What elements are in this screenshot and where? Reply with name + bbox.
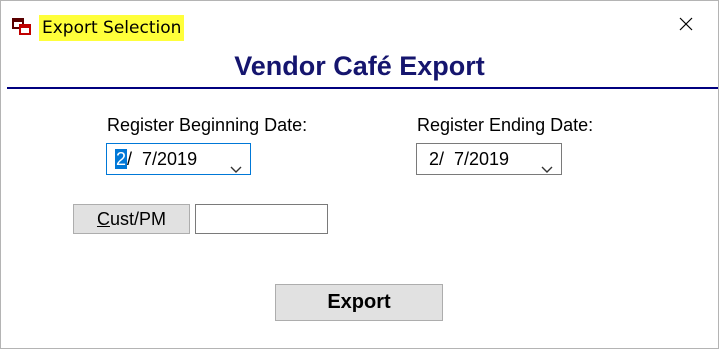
begin-date-label: Register Beginning Date: bbox=[107, 115, 308, 135]
window-title: Export Selection bbox=[39, 15, 185, 41]
cust-pm-input[interactable] bbox=[195, 204, 328, 234]
begin-date-month-segment[interactable]: 2 bbox=[115, 149, 128, 169]
end-date-picker[interactable]: 2/ 7/2019 bbox=[416, 143, 562, 175]
close-button[interactable] bbox=[664, 11, 708, 41]
title-divider bbox=[7, 87, 718, 89]
chevron-down-icon[interactable] bbox=[541, 154, 553, 173]
cust-pm-label: ust/PM bbox=[109, 209, 166, 229]
title-bar[interactable]: Export Selection bbox=[1, 1, 718, 45]
begin-date-value: 2/ 7/2019 bbox=[115, 144, 197, 174]
end-date-label: Register Ending Date: bbox=[417, 115, 594, 135]
page-title: Vendor Café Export bbox=[234, 51, 485, 81]
export-selection-window: Export Selection Vendor Café Export Regi… bbox=[0, 0, 719, 349]
cust-pm-mnemonic: C bbox=[96, 209, 110, 229]
export-button[interactable]: Export bbox=[275, 284, 443, 321]
begin-date-rest: / 7/2019 bbox=[127, 149, 198, 169]
end-date-value: 2/ 7/2019 bbox=[429, 149, 510, 169]
chevron-down-icon[interactable] bbox=[230, 154, 242, 173]
cust-pm-button[interactable]: Cust/PM bbox=[73, 204, 190, 234]
close-icon bbox=[679, 17, 693, 36]
begin-date-picker[interactable]: 2/ 7/2019 bbox=[106, 143, 251, 175]
app-windows-icon bbox=[12, 18, 32, 36]
